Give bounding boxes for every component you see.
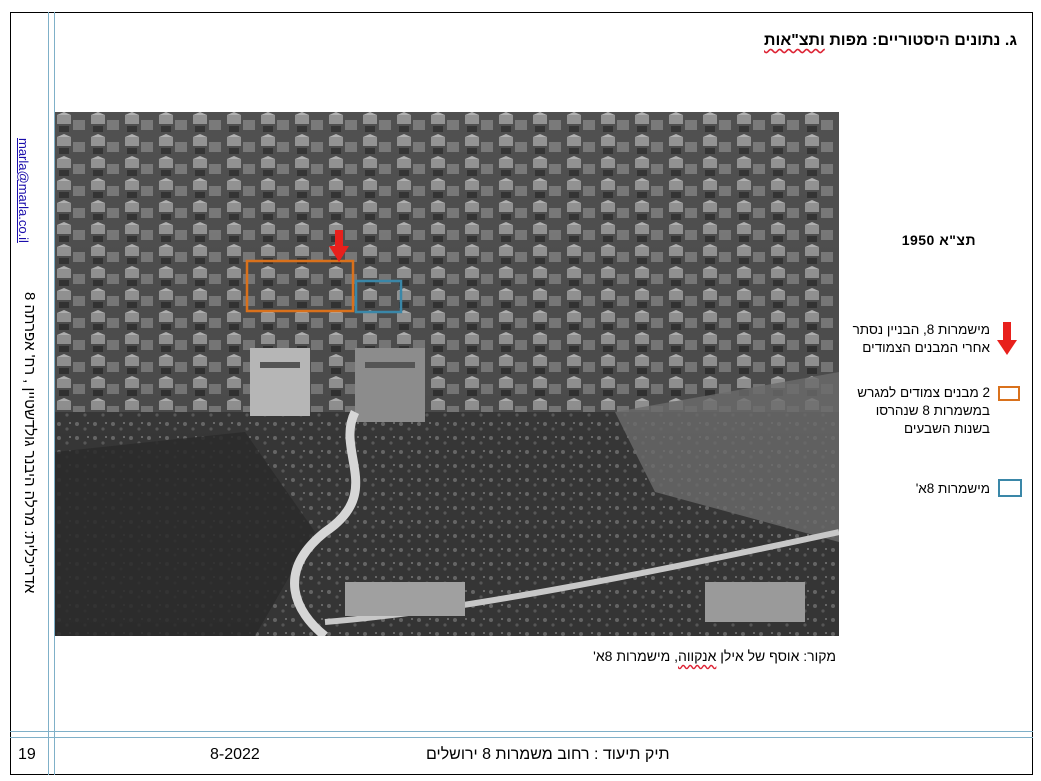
footer-divider (10, 737, 1033, 738)
photo-title: תצ"א 1950 (901, 232, 976, 248)
caption-suffix: , מישמרות 8א' (593, 648, 678, 664)
legend-item-building-8: מישמרות 8, הבניין נסתר אחרי המבנים הצמוד… (852, 322, 990, 355)
legend-item-building-8a: מישמרות 8א' (915, 481, 990, 496)
photo-caption: מקור: אוסף של אילן אנקווה, מישמרות 8א' (568, 648, 836, 664)
heading-part2: ותצ"אות (764, 32, 825, 49)
legend-item-demolished: 2 מבנים צמודים למגרש במשמרות 8 שנהרסו בש… (857, 385, 990, 436)
page-number: 19 (18, 746, 36, 763)
caption-prefix: מקור: אוסף של אילן (716, 648, 836, 664)
blue-box-icon (998, 479, 1022, 497)
heading-part1: ג. נתונים היסטוריים: מפות (824, 32, 1017, 49)
aerial-photo (55, 112, 839, 636)
author-line: אדריכלית: מרלה היבנר גולדשטיין , רח' אפר… (21, 292, 38, 594)
page-heading: ג. נתונים היסטוריים: מפות ותצ"אות (764, 32, 1017, 50)
aerial-photo-drawing (55, 112, 839, 636)
footer-file-title: תיק תיעוד : רחוב משמרות 8 ירושלים (426, 746, 670, 763)
footer-date: 8-2022 (210, 746, 260, 763)
orange-box-icon (998, 386, 1020, 401)
caption-source: אנקווה (678, 648, 717, 664)
email-link[interactable]: marla@marla.co.il (16, 138, 31, 243)
footer-divider (10, 731, 1033, 732)
margin-line (48, 12, 49, 775)
red-arrow-icon (997, 322, 1017, 355)
